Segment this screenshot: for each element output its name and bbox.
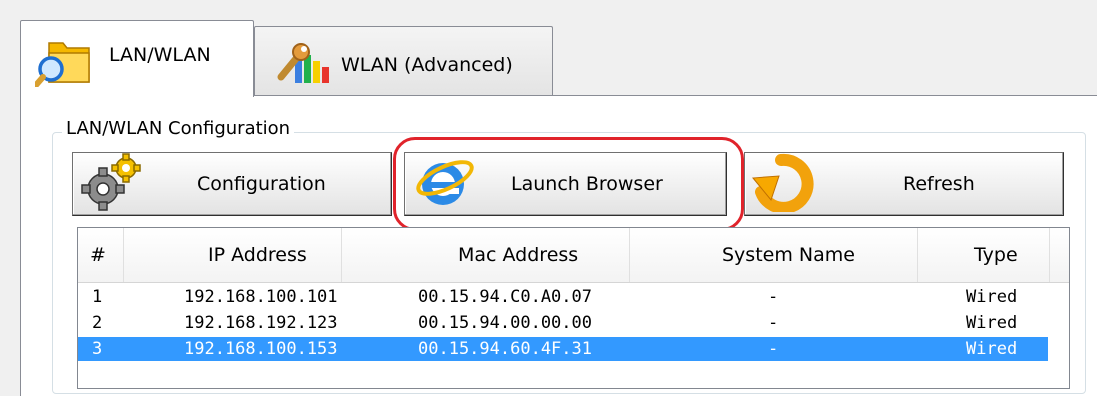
configuration-button-label: Configuration [197,173,326,195]
cell-ip-address: 192.168.100.153 [184,339,338,359]
list-header: # IP Address Mac Address System Name Typ… [78,228,1069,283]
cell-system-name: - [768,287,779,307]
column-header-ip-address[interactable]: IP Address [124,228,342,282]
tab-lan-wlan[interactable]: LAN/WLAN [20,20,254,97]
cell-mac-address: 00.15.94.00.00.00 [418,313,592,333]
configuration-button[interactable]: Configuration [72,152,392,216]
cell-type: Wired [966,339,1018,359]
tab-label: LAN/WLAN [109,44,211,66]
gear-icon [79,153,145,215]
table-row[interactable]: 1 192.168.100.101 00.15.94.C0.A0.07 - Wi… [78,285,1048,309]
cell-mac-address: 00.15.94.C0.A0.07 [418,287,592,307]
refresh-button[interactable]: Refresh [744,152,1064,216]
refresh-button-label: Refresh [903,173,975,195]
table-row[interactable]: 2 192.168.192.123 00.15.94.00.00.00 - Wi… [78,311,1048,335]
tab-wlan-advanced[interactable]: WLAN (Advanced) [254,26,553,95]
cell-number: 3 [92,339,103,359]
device-list[interactable]: # IP Address Mac Address System Name Typ… [77,227,1070,389]
cell-ip-address: 192.168.192.123 [184,313,338,333]
cell-ip-address: 192.168.100.101 [184,287,338,307]
column-header-type[interactable]: Type [918,228,1050,282]
cell-system-name: - [768,313,779,333]
column-header-system-name[interactable]: System Name [630,228,918,282]
column-header-number[interactable]: # [78,228,124,282]
cell-number: 1 [92,287,103,307]
group-title: LAN/WLAN Configuration [62,118,295,139]
cell-type: Wired [966,313,1018,333]
tab-label: WLAN (Advanced) [341,54,513,76]
table-row-selected[interactable]: 3 192.168.100.153 00.15.94.60.4F.31 - Wi… [78,337,1048,361]
cell-mac-address: 00.15.94.60.4F.31 [418,339,592,359]
highlight-annotation [393,137,744,231]
cell-number: 2 [92,313,103,333]
refresh-arrow-icon [751,152,815,216]
column-header-mac-address[interactable]: Mac Address [342,228,630,282]
wrench-icon [275,41,331,89]
cell-system-name: - [768,339,779,359]
folder-search-icon [33,37,93,91]
cell-type: Wired [966,287,1018,307]
